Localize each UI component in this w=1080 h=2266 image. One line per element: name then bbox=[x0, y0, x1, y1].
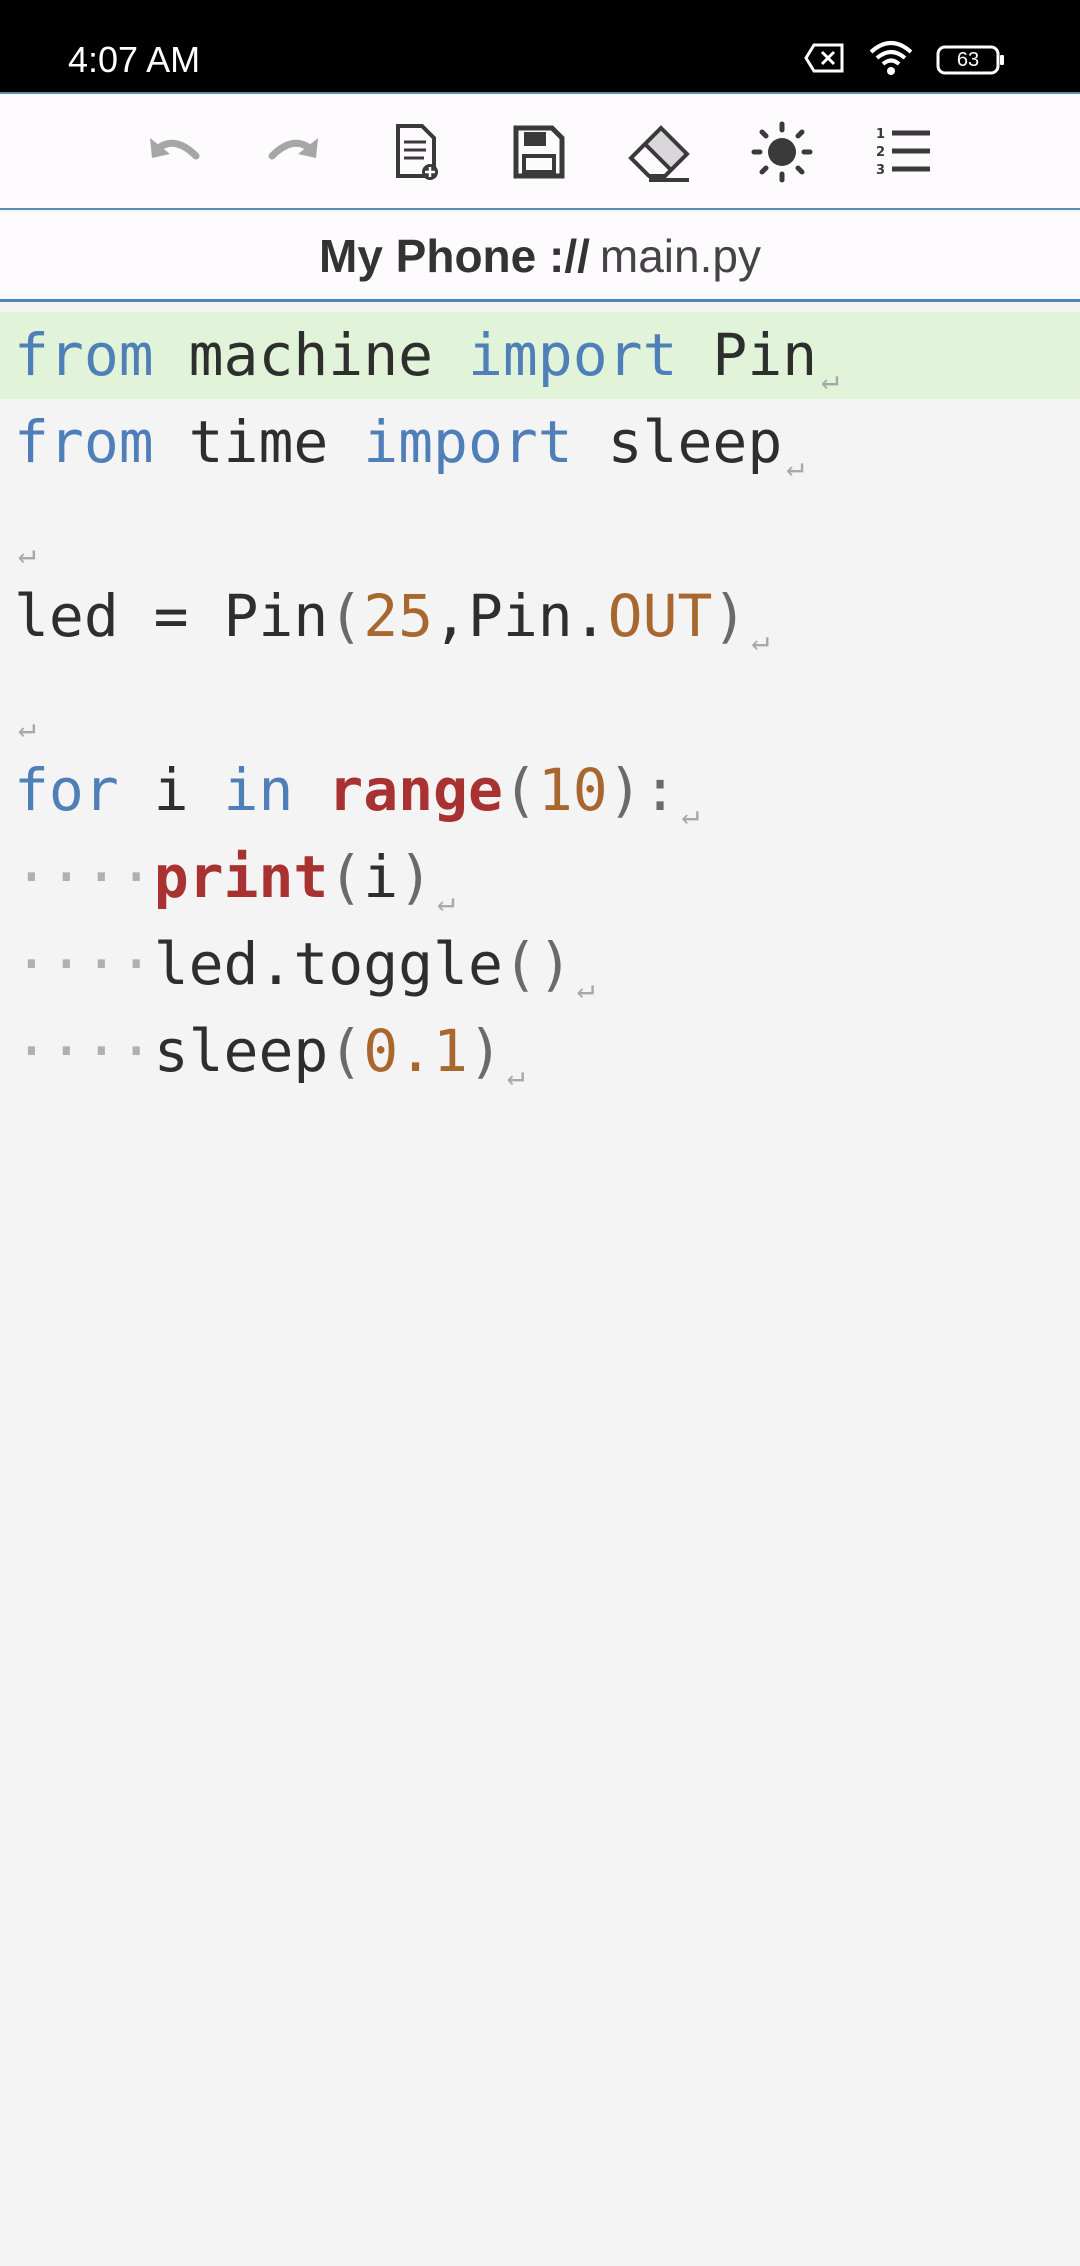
file-location: My Phone :// bbox=[319, 229, 590, 282]
status-bar: 4:07 AM 63 bbox=[0, 0, 1080, 92]
whitespace-marker: ···· bbox=[14, 843, 154, 911]
code-token: sleep bbox=[153, 1017, 329, 1085]
code-token: import bbox=[363, 408, 573, 476]
code-token: in bbox=[223, 756, 294, 824]
line-end-marker: ↵ bbox=[18, 536, 37, 571]
code-token: ( bbox=[328, 582, 364, 650]
code-token: time bbox=[153, 408, 364, 476]
new-file-button[interactable] bbox=[376, 112, 456, 192]
status-icons: 63 bbox=[804, 38, 1006, 82]
file-name: main.py bbox=[599, 229, 761, 282]
code-token: ( bbox=[328, 843, 364, 911]
redo-icon bbox=[268, 138, 318, 160]
code-token: ,Pin. bbox=[433, 582, 608, 650]
code-token: 25 bbox=[363, 582, 434, 650]
code-token: ): bbox=[607, 756, 678, 824]
code-token: ) bbox=[712, 582, 748, 650]
code-token: from bbox=[14, 321, 154, 389]
line-end-marker: ↵ bbox=[681, 797, 700, 832]
code-line-6[interactable]: for i in range(10): ↵ bbox=[0, 747, 1080, 834]
line-end-marker: ↵ bbox=[751, 623, 770, 658]
code-token: from bbox=[14, 408, 154, 476]
battery-level: 63 bbox=[956, 49, 980, 71]
code-line-7[interactable]: ····print(i) ↵ bbox=[0, 834, 1080, 921]
svg-text:1: 1 bbox=[876, 127, 885, 142]
theme-toggle-button[interactable] bbox=[742, 112, 822, 192]
code-token: print bbox=[153, 843, 329, 911]
line-end-marker: ↵ bbox=[18, 710, 37, 745]
save-button[interactable] bbox=[498, 112, 578, 192]
code-token: range bbox=[328, 756, 503, 824]
file-title-bar: My Phone :// main.py bbox=[0, 212, 1080, 302]
status-time: 4:07 AM bbox=[68, 39, 201, 80]
eraser-button[interactable] bbox=[620, 112, 700, 192]
code-token: i bbox=[118, 756, 224, 824]
code-line-8[interactable]: ····led.toggle() ↵ bbox=[0, 921, 1080, 1008]
code-token: 10 bbox=[537, 756, 608, 824]
brightness-icon bbox=[751, 121, 813, 183]
code-editor[interactable]: from machine import Pin ↵ from time impor… bbox=[0, 312, 1080, 2266]
undo-icon bbox=[150, 138, 200, 160]
code-token: ( bbox=[328, 1017, 364, 1085]
code-token: ( bbox=[502, 756, 538, 824]
line-end-marker: ↵ bbox=[786, 449, 805, 484]
code-line-2[interactable]: from time import sleep ↵ bbox=[0, 399, 1080, 486]
code-token: for bbox=[14, 756, 119, 824]
save-icon bbox=[513, 125, 565, 179]
code-token: 0.1 bbox=[363, 1017, 468, 1085]
code-token: i bbox=[363, 843, 399, 911]
code-token: Pin bbox=[677, 321, 818, 389]
code-line-5[interactable]: ↵ bbox=[0, 660, 1080, 747]
code-token: led = Pin bbox=[14, 582, 329, 650]
undo-button[interactable] bbox=[134, 112, 214, 192]
code-line-1[interactable]: from machine import Pin ↵ bbox=[0, 312, 1080, 399]
new-file-icon bbox=[396, 124, 438, 180]
battery-icon: 63 bbox=[936, 45, 1006, 75]
editor-toolbar: 1 2 3 bbox=[0, 92, 1080, 210]
svg-text:3: 3 bbox=[876, 163, 885, 178]
numbered-list-icon: 1 2 3 bbox=[876, 127, 930, 178]
code-token: ) bbox=[467, 1017, 503, 1085]
redo-button[interactable] bbox=[254, 112, 334, 192]
code-token: () bbox=[502, 930, 573, 998]
svg-text:2: 2 bbox=[876, 145, 885, 160]
eraser-icon bbox=[628, 125, 690, 182]
code-token: OUT bbox=[607, 582, 713, 650]
code-token: sleep bbox=[572, 408, 783, 476]
code-token: led.toggle bbox=[153, 930, 503, 998]
whitespace-marker: ···· bbox=[14, 930, 154, 998]
wifi-icon bbox=[868, 40, 914, 81]
line-end-marker: ↵ bbox=[506, 1058, 525, 1093]
code-line-3[interactable]: ↵ bbox=[0, 486, 1080, 573]
line-end-marker: ↵ bbox=[576, 971, 595, 1006]
line-numbers-button[interactable]: 1 2 3 bbox=[864, 112, 944, 192]
code-line-4[interactable]: led = Pin(25,Pin.OUT) ↵ bbox=[0, 573, 1080, 660]
code-token: machine bbox=[153, 321, 468, 389]
line-end-marker: ↵ bbox=[437, 884, 456, 919]
line-end-marker: ↵ bbox=[821, 362, 840, 397]
code-token: import bbox=[467, 321, 678, 389]
code-line-9[interactable]: ····sleep(0.1) ↵ bbox=[0, 1008, 1080, 1095]
data-off-icon bbox=[804, 42, 846, 79]
code-token: ) bbox=[398, 843, 434, 911]
whitespace-marker: ···· bbox=[14, 1017, 154, 1085]
